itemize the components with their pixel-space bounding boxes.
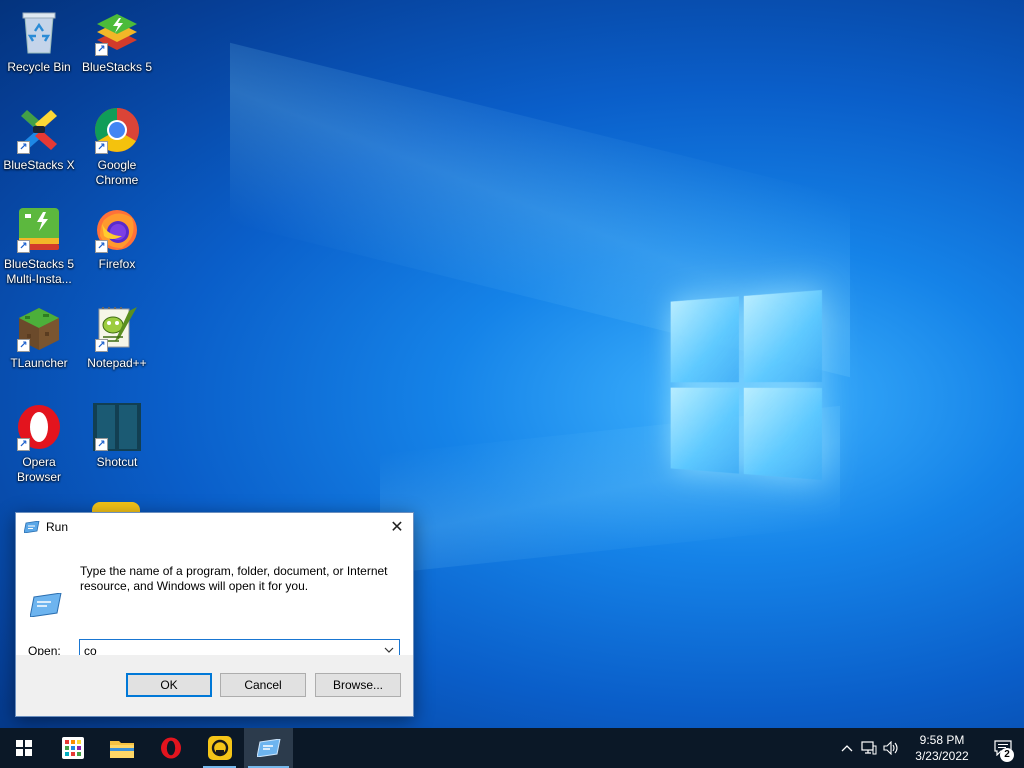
windows-start-icon: [16, 740, 32, 756]
desktop-icon-chrome[interactable]: ↗ Google Chrome: [80, 106, 154, 188]
run-title: Run: [46, 520, 68, 534]
shotcut-icon: ↗: [93, 403, 141, 451]
app-grid-icon: [62, 737, 84, 759]
run-dialog: Run ✕ Type the name of a program, folder…: [15, 512, 414, 717]
bluestacks-multi-icon: ↗: [15, 205, 63, 253]
icon-label: Firefox: [80, 257, 154, 272]
shortcut-arrow-icon: ↗: [17, 438, 30, 451]
wallpaper-windows-logo: [671, 290, 822, 480]
icon-label: Google Chrome: [80, 158, 154, 188]
ok-button[interactable]: OK: [126, 673, 212, 697]
desktop-icon-notepadpp[interactable]: ↗ Notepad++: [80, 304, 154, 371]
firefox-icon: ↗: [93, 205, 141, 253]
recycle-bin-icon: [15, 8, 63, 56]
action-center-button[interactable]: 2: [982, 728, 1024, 768]
clock-time: 9:58 PM: [902, 732, 982, 748]
icon-label: Recycle Bin: [2, 60, 76, 75]
bluestacksx-icon: ↗: [15, 106, 63, 154]
icon-label: TLauncher: [2, 356, 76, 371]
network-icon: [861, 741, 877, 755]
icon-label: Notepad++: [80, 356, 154, 371]
shortcut-arrow-icon: ↗: [17, 240, 30, 253]
run-body: Type the name of a program, folder, docu…: [16, 541, 413, 656]
system-tray: 9:58 PM 3/23/2022 2: [836, 728, 1024, 768]
shortcut-arrow-icon: ↗: [95, 141, 108, 154]
file-explorer-icon: [110, 738, 134, 758]
cancel-button[interactable]: Cancel: [220, 673, 306, 697]
shortcut-arrow-icon: ↗: [95, 43, 108, 56]
desktop-icon-bluestacks-multi[interactable]: ↗ BlueStacks 5 Multi-Insta...: [2, 205, 76, 287]
network-button[interactable]: [858, 728, 880, 768]
taskbar: 9:58 PM 3/23/2022 2: [0, 728, 1024, 768]
shortcut-arrow-icon: ↗: [95, 438, 108, 451]
icon-label: BlueStacks 5: [80, 60, 154, 75]
tlauncher-icon: ↗: [15, 304, 63, 352]
icon-label: BlueStacks X: [2, 158, 76, 173]
taskbar-opera[interactable]: [146, 728, 195, 768]
desktop-icon-shotcut[interactable]: ↗ Shotcut: [80, 403, 154, 470]
opera-icon: [160, 737, 182, 759]
clock-date: 3/23/2022: [902, 748, 982, 764]
bluestacks5-icon: ↗: [93, 8, 141, 56]
volume-button[interactable]: [880, 728, 902, 768]
shortcut-arrow-icon: ↗: [17, 141, 30, 154]
run-program-icon: [30, 593, 62, 617]
shortcut-arrow-icon: ↗: [95, 240, 108, 253]
desktop-icon-bluestacksx[interactable]: ↗ BlueStacks X: [2, 106, 76, 173]
notepadpp-icon: ↗: [93, 304, 141, 352]
yellow-app-icon: [208, 736, 232, 760]
run-icon: [257, 739, 281, 757]
close-button[interactable]: ✕: [381, 513, 413, 541]
desktop-icon-opera[interactable]: ↗ Opera Browser: [2, 403, 76, 485]
clock[interactable]: 9:58 PM 3/23/2022: [902, 732, 982, 764]
shortcut-arrow-icon: ↗: [95, 339, 108, 352]
run-titlebar[interactable]: Run ✕: [16, 513, 413, 541]
close-icon: ✕: [390, 517, 403, 537]
chrome-icon: ↗: [93, 106, 141, 154]
taskbar-app-grid[interactable]: [48, 728, 97, 768]
desktop-icon-recycle-bin[interactable]: Recycle Bin: [2, 8, 76, 75]
volume-icon: [883, 741, 899, 755]
desktop-icon-tlauncher[interactable]: ↗ TLauncher: [2, 304, 76, 371]
icon-label: BlueStacks 5 Multi-Insta...: [2, 257, 76, 287]
run-icon: [24, 521, 40, 533]
browse-button[interactable]: Browse...: [315, 673, 401, 697]
icon-label: Opera Browser: [2, 455, 76, 485]
notification-count-badge: 2: [1000, 748, 1014, 762]
desktop-icon-firefox[interactable]: ↗ Firefox: [80, 205, 154, 272]
show-hidden-icons-button[interactable]: [836, 728, 858, 768]
shortcut-arrow-icon: ↗: [17, 339, 30, 352]
icon-label: Shotcut: [80, 455, 154, 470]
taskbar-run[interactable]: [244, 728, 293, 768]
chevron-up-icon: [841, 744, 853, 752]
start-button[interactable]: [0, 728, 48, 768]
desktop-icon-bluestacks5[interactable]: ↗ BlueStacks 5: [80, 8, 154, 75]
run-description: Type the name of a program, folder, docu…: [80, 564, 400, 594]
taskbar-yellow-app[interactable]: [195, 728, 244, 768]
run-footer: OK Cancel Browse...: [16, 655, 413, 716]
taskbar-file-explorer[interactable]: [97, 728, 146, 768]
opera-icon: ↗: [15, 403, 63, 451]
